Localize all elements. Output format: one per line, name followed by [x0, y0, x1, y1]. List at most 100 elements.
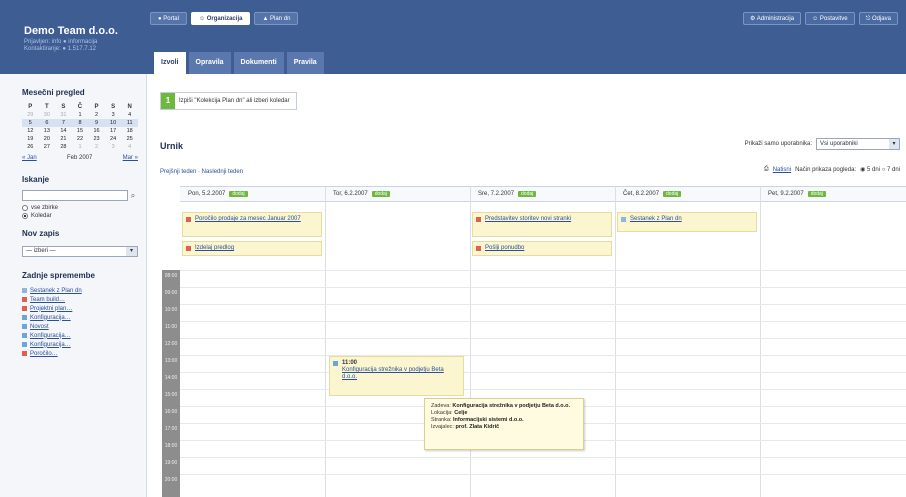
calendar-day[interactable]: 1 — [72, 143, 89, 151]
calendar-event[interactable]: Predstavitev storitev novi stranki — [472, 212, 612, 237]
tab-rules[interactable]: Pravila — [286, 52, 324, 74]
print-icon[interactable]: ⎙ — [764, 166, 769, 173]
search-icon[interactable]: ⌕ — [128, 191, 138, 201]
day-header[interactable]: Pon, 5.2.2007 dodaj — [180, 186, 325, 202]
calendar-day[interactable]: 16 — [88, 127, 105, 135]
event-link[interactable]: Projektni plan… — [30, 306, 72, 312]
calendar-day[interactable]: 4 — [121, 143, 138, 151]
radio-all-collections[interactable]: vse zbirke — [22, 205, 136, 211]
calendar-day[interactable]: 11 — [121, 119, 138, 127]
logout-button[interactable]: ⎋ Odjava — [858, 12, 898, 25]
radio-button[interactable] — [22, 205, 28, 211]
event-link[interactable]: Konfiguracija… — [30, 342, 71, 348]
list-item[interactable]: Poročilo… — [22, 349, 136, 358]
add-badge[interactable]: dodaj — [663, 191, 682, 197]
calendar-day[interactable]: 23 — [88, 135, 105, 143]
tab-schedule[interactable]: Izvoli — [154, 52, 186, 74]
prev-month-link[interactable]: « Jan — [22, 155, 37, 161]
day-header[interactable]: Tor, 6.2.2007 dodaj — [325, 186, 470, 202]
day-header[interactable]: Sre, 7.2.2007 dodaj — [470, 186, 615, 202]
event-link[interactable]: Konfiguracija… — [30, 333, 71, 339]
calendar-day[interactable]: 21 — [55, 135, 72, 143]
calendar-day[interactable]: 8 — [71, 119, 89, 127]
calendar-day[interactable]: 1 — [72, 111, 89, 119]
calendar-day[interactable]: 15 — [72, 127, 89, 135]
calendar-day[interactable]: 7 — [55, 119, 72, 127]
calendar-day[interactable]: 20 — [39, 135, 56, 143]
next-month-link[interactable]: Mar » — [123, 155, 138, 161]
calendar-day[interactable]: 30 — [39, 111, 56, 119]
month-overview-title: Mesečni pregled — [22, 88, 85, 97]
calendar-day[interactable]: 5 — [22, 119, 39, 127]
calendar-event-timed[interactable]: 11:00 Konfiguracija strežnika v podjetju… — [329, 356, 464, 396]
calendar-day[interactable]: 17 — [105, 127, 122, 135]
calendar-day[interactable]: 4 — [121, 111, 138, 119]
view-mode-radios[interactable]: ◉ 5 dni ○ 7 dni — [860, 166, 900, 173]
nav-organization-button[interactable]: ☺ Organizacija — [190, 12, 251, 25]
calendar-day[interactable]: 24 — [105, 135, 122, 143]
calendar-day[interactable]: 27 — [39, 143, 56, 151]
admin-button[interactable]: ⚙ Administracija — [743, 12, 802, 25]
new-entry-select[interactable]: — izberi — ▾ — [22, 246, 138, 257]
event-link[interactable]: Sestanek z Plan dn — [30, 288, 82, 294]
settings-button[interactable]: ☺ Postavitve — [805, 12, 855, 25]
nav-portal-button[interactable]: ● Portal — [150, 12, 187, 25]
calendar-day[interactable]: 28 — [55, 143, 72, 151]
calendar-day[interactable]: 2 — [88, 111, 105, 119]
calendar-day[interactable]: 18 — [121, 127, 138, 135]
calendar-day[interactable]: 31 — [55, 111, 72, 119]
add-badge[interactable]: dodaj — [807, 191, 826, 197]
list-item[interactable]: Team build… — [22, 295, 136, 304]
calendar-event[interactable]: Pošlji ponudbo — [472, 241, 612, 256]
search-input[interactable] — [22, 190, 128, 201]
nav-plan-button[interactable]: ▲ Plan dn — [254, 12, 299, 25]
calendar-day[interactable]: 14 — [55, 127, 72, 135]
event-title[interactable]: Poročilo prodaje za mesec Januar 2007 — [195, 216, 301, 222]
hour-label: 17:00 — [164, 426, 178, 432]
event-title[interactable]: Sestanek z Plan dn — [630, 216, 682, 222]
calendar-day[interactable]: 3 — [105, 143, 122, 151]
event-title[interactable]: Pošlji ponudbo — [485, 245, 524, 251]
event-title[interactable]: Konfiguracija strežnika v podjetju Beta … — [342, 367, 444, 380]
add-badge[interactable]: dodaj — [371, 191, 390, 197]
event-link[interactable]: Poročilo… — [30, 351, 58, 357]
calendar-day[interactable]: 9 — [88, 119, 105, 127]
list-item[interactable]: Konfiguracija… — [22, 331, 136, 340]
calendar-day[interactable]: 12 — [22, 127, 39, 135]
calendar-event[interactable]: Izdelaj predlog — [182, 241, 322, 256]
calendar-day[interactable]: 10 — [104, 119, 122, 127]
event-link[interactable]: Konfiguracija… — [30, 315, 71, 321]
radio-calendar[interactable]: Koledar — [22, 213, 136, 219]
add-badge[interactable]: dodaj — [229, 191, 248, 197]
list-item[interactable]: Konfiguracija… — [22, 313, 136, 322]
radio-button[interactable] — [22, 213, 28, 219]
calendar-day[interactable]: 22 — [72, 135, 89, 143]
event-link[interactable]: Team build… — [30, 297, 65, 303]
list-item[interactable]: Sestanek z Plan dn — [22, 286, 136, 295]
calendar-day[interactable]: 25 — [121, 135, 138, 143]
add-badge[interactable]: dodaj — [518, 191, 537, 197]
tab-tasks[interactable]: Opravila — [188, 52, 231, 74]
calendar-day[interactable]: 19 — [22, 135, 39, 143]
user-filter-select[interactable]: Vsi uporabniki ▾ — [816, 138, 900, 150]
tab-documents[interactable]: Dokumenti — [233, 52, 284, 74]
calendar-day[interactable]: 13 — [39, 127, 56, 135]
list-item[interactable]: Novost — [22, 322, 136, 331]
calendar-day[interactable]: 6 — [38, 119, 56, 127]
event-link[interactable]: Novost — [30, 324, 49, 330]
calendar-day[interactable]: 3 — [105, 111, 122, 119]
week-nav-links[interactable]: Prejšnji teden · Naslednji teden — [160, 169, 243, 175]
calendar-day[interactable]: 2 — [88, 143, 105, 151]
calendar-event[interactable]: Sestanek z Plan dn — [617, 212, 757, 232]
event-title[interactable]: Predstavitev storitev novi stranki — [485, 216, 571, 222]
calendar-event[interactable]: Poročilo prodaje za mesec Januar 2007 — [182, 212, 322, 237]
list-item[interactable]: Konfiguracija… — [22, 340, 136, 349]
day-header[interactable]: Pet, 9.2.2007 dodaj — [760, 186, 906, 202]
list-item[interactable]: Projektni plan… — [22, 304, 136, 313]
row-divider — [180, 304, 906, 305]
calendar-day[interactable]: 26 — [22, 143, 39, 151]
calendar-day[interactable]: 29 — [22, 111, 39, 119]
event-title[interactable]: Izdelaj predlog — [195, 245, 234, 251]
print-link[interactable]: Natisni — [773, 167, 791, 173]
day-header[interactable]: Čet, 8.2.2007 dodaj — [615, 186, 760, 202]
